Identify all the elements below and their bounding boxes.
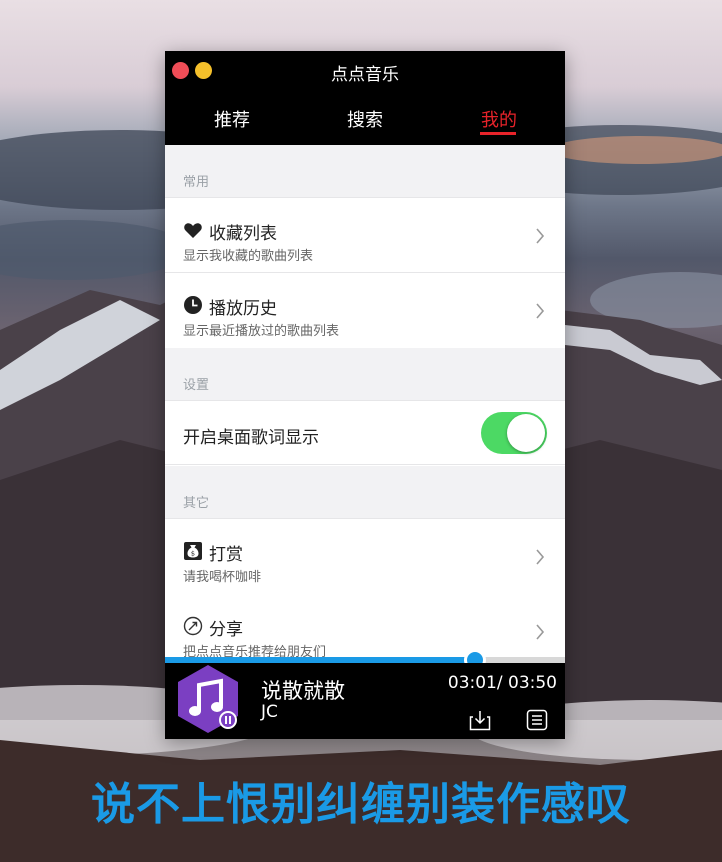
album-cover-music-icon[interactable] xyxy=(175,661,241,737)
share-icon xyxy=(183,616,203,636)
section-header-other: 其它 xyxy=(165,466,565,519)
row-subtitle: 请我喝杯咖啡 xyxy=(183,570,262,585)
row-title: 分享 xyxy=(209,620,243,640)
row-reward[interactable]: $ 打赏 请我喝杯咖啡 xyxy=(165,519,565,594)
song-artist: JC xyxy=(261,702,278,722)
settings-list: 常用 收藏列表 显示我收藏的歌曲列表 播放历史 显示最近播放过的歌曲列表 设置 … xyxy=(165,145,565,660)
section-label: 常用 xyxy=(183,175,210,190)
row-history[interactable]: 播放历史 显示最近播放过的歌曲列表 xyxy=(165,273,565,348)
section-label: 其它 xyxy=(183,496,210,511)
svg-text:$: $ xyxy=(191,550,195,558)
desktop-lyrics-toggle[interactable] xyxy=(481,412,547,454)
row-desktop-lyrics: 开启桌面歌词显示 xyxy=(165,401,565,465)
window-title: 点点音乐 xyxy=(331,65,399,85)
row-share[interactable]: 分享 把点点音乐推荐给朋友们 xyxy=(165,594,565,660)
tab-search[interactable]: 搜索 xyxy=(347,106,383,132)
download-icon[interactable] xyxy=(469,709,491,731)
section-header-settings: 设置 xyxy=(165,348,565,401)
tab-bar: 推荐 搜索 我的 xyxy=(165,91,565,145)
clock-icon xyxy=(184,296,202,314)
title-bar: 点点音乐 xyxy=(165,51,565,91)
row-favorites[interactable]: 收藏列表 显示我收藏的歌曲列表 xyxy=(165,198,565,273)
tab-mine[interactable]: 我的 xyxy=(481,106,517,132)
song-title: 说散就散 xyxy=(261,679,345,703)
row-subtitle: 显示我收藏的歌曲列表 xyxy=(183,249,314,264)
chevron-right-icon xyxy=(536,303,545,319)
chevron-right-icon xyxy=(536,228,545,244)
chevron-right-icon xyxy=(536,624,545,640)
app-window: 点点音乐 推荐 搜索 我的 常用 收藏列表 显示我收藏的歌曲列表 播放历史 显示… xyxy=(165,51,565,739)
active-tab-indicator xyxy=(480,132,516,135)
chevron-right-icon xyxy=(536,549,545,565)
playlist-icon[interactable] xyxy=(526,709,548,731)
toggle-knob xyxy=(507,414,545,452)
desktop-lyrics-label: 开启桌面歌词显示 xyxy=(183,428,319,448)
money-bag-icon: $ xyxy=(184,542,202,560)
divider xyxy=(165,272,565,273)
heart-icon xyxy=(184,223,202,238)
row-title: 播放历史 xyxy=(209,299,277,319)
tab-recommend[interactable]: 推荐 xyxy=(214,106,250,132)
playback-time: 03:01/ 03:50 xyxy=(447,673,557,693)
section-label: 设置 xyxy=(183,378,210,393)
section-header-common: 常用 xyxy=(165,145,565,198)
row-title: 收藏列表 xyxy=(209,224,277,244)
player-bar: 说散就散 JC 03:01/ 03:50 xyxy=(165,663,565,739)
desktop-lyric-overlay: 说不上恨别纠缠别装作感叹 xyxy=(91,779,631,830)
row-title: 打赏 xyxy=(209,545,243,565)
row-subtitle: 显示最近播放过的歌曲列表 xyxy=(183,324,340,339)
